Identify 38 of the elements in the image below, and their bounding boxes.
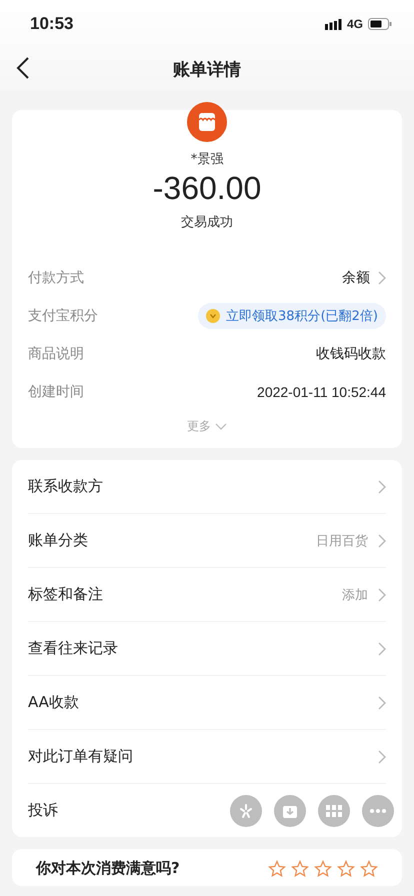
download-button[interactable] xyxy=(274,794,306,826)
more-icon xyxy=(370,808,386,812)
network-label: 4G xyxy=(346,17,363,31)
sparkle-icon xyxy=(238,802,254,818)
action-value: 日用百货 xyxy=(316,532,368,550)
rating-question: 你对本次消费满意吗? xyxy=(36,859,180,878)
more-options-button[interactable] xyxy=(362,794,394,826)
detail-label: 商品说明 xyxy=(28,345,84,363)
chevron-icon xyxy=(378,271,386,285)
grid-button[interactable] xyxy=(318,794,350,826)
action-label[interactable]: 联系收款方 xyxy=(28,477,103,496)
signal-icon xyxy=(324,18,342,30)
back-icon xyxy=(16,56,30,80)
action-value: 添加 xyxy=(342,586,368,604)
detail-label: 支付宝积分 xyxy=(28,307,98,325)
detail-value[interactable]: 余额 xyxy=(342,269,370,287)
action-label[interactable]: 对此订单有疑问 xyxy=(28,747,133,766)
detail-label: 付款方式 xyxy=(28,269,84,287)
amount: -360.00 xyxy=(152,170,262,207)
detail-label: 创建时间 xyxy=(28,383,84,401)
battery-icon xyxy=(368,18,392,30)
chevron-down-icon xyxy=(215,422,227,430)
status-time: 10:53 xyxy=(30,14,74,34)
back-button[interactable] xyxy=(16,56,30,80)
payee-name: *景强 xyxy=(190,151,224,168)
action-label[interactable]: 标签和备注 xyxy=(28,585,103,604)
detail-value: 收钱码收款 xyxy=(316,345,386,363)
points-badge[interactable]: 立即领取38积分(已翻2倍) xyxy=(198,303,386,329)
grid-icon xyxy=(326,804,342,816)
detail-value: 2022-01-11 10:52:44 xyxy=(257,384,386,400)
action-label[interactable]: 账单分类 xyxy=(28,531,88,550)
sparkle-button[interactable] xyxy=(230,794,262,826)
action-label[interactable]: 查看往来记录 xyxy=(28,639,118,658)
page-title: 账单详情 xyxy=(173,58,241,80)
action-label[interactable]: 投诉 xyxy=(28,801,58,820)
star-rating[interactable] xyxy=(268,860,378,878)
action-label[interactable]: AA收款 xyxy=(28,693,79,712)
transaction-status: 交易成功 xyxy=(181,214,233,231)
